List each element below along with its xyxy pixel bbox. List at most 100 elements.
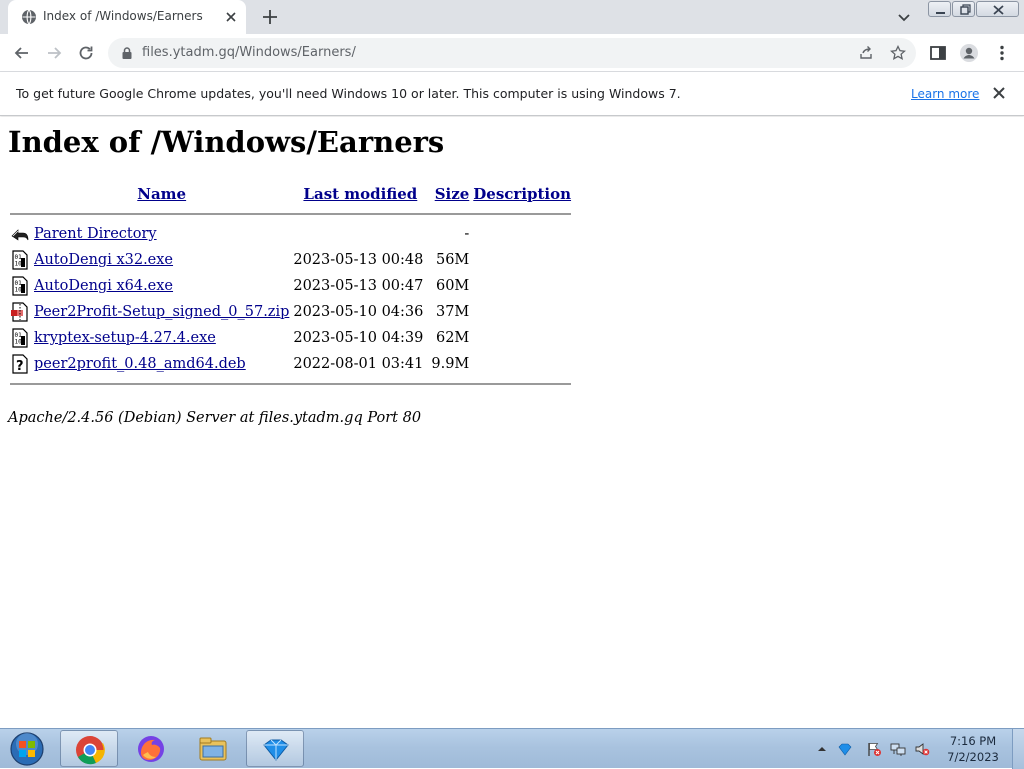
sort-by-name-link[interactable]: Name bbox=[137, 185, 186, 203]
sort-by-modified-link[interactable]: Last modified bbox=[303, 185, 417, 203]
file-modified: 2023-05-10 04:39 bbox=[293, 330, 424, 346]
browser-tab[interactable]: Index of /Windows/Earners bbox=[8, 0, 246, 34]
show-hidden-icons-chevron-icon[interactable] bbox=[814, 741, 830, 757]
url-text: files.ytadm.gq/Windows/Earners/ bbox=[142, 45, 356, 60]
server-signature: Apache/2.4.56 (Debian) Server at files.y… bbox=[8, 410, 422, 426]
new-tab-icon[interactable] bbox=[260, 7, 280, 27]
table-row: Peer2Profit-Setup_signed_0_57.zip 2023-05… bbox=[8, 299, 573, 325]
tab-search-chevron-icon[interactable] bbox=[896, 9, 912, 25]
url-host: files.ytadm.gq bbox=[142, 45, 236, 60]
browser-toolbar: files.ytadm.gq/Windows/Earners/ bbox=[0, 34, 1024, 72]
page-content: Index of /Windows/Earners Name Last modi… bbox=[0, 117, 1024, 728]
volume-muted-icon[interactable] bbox=[914, 741, 930, 757]
minimize-icon bbox=[936, 12, 945, 14]
infobar-message: To get future Google Chrome updates, you… bbox=[16, 86, 681, 101]
binary-file-icon: 0110 bbox=[12, 328, 28, 348]
clock-date: 7/2/2023 bbox=[947, 750, 999, 764]
back-arrow-folder-icon bbox=[11, 229, 29, 241]
sort-by-description-link[interactable]: Description bbox=[473, 185, 571, 203]
divider bbox=[10, 383, 572, 385]
binary-file-icon: 0110 bbox=[12, 250, 28, 270]
taskbar-app-button[interactable] bbox=[246, 730, 304, 767]
close-tab-icon[interactable] bbox=[223, 9, 239, 25]
taskbar-chrome-button[interactable] bbox=[60, 730, 118, 767]
parent-directory-link[interactable]: Parent Directory bbox=[34, 226, 157, 242]
clock-time: 7:16 PM bbox=[949, 734, 997, 748]
file-link[interactable]: peer2profit_0.48_amd64.deb bbox=[34, 356, 246, 372]
file-size: 9.9M bbox=[431, 356, 470, 372]
system-clock[interactable]: 7:16 PM 7/2/2023 bbox=[940, 733, 1006, 765]
directory-listing: Name Last modified Size Description Pare… bbox=[8, 183, 573, 391]
tray-app-icon bbox=[263, 739, 289, 761]
action-center-flag-icon[interactable] bbox=[866, 741, 882, 757]
window-minimize-button[interactable] bbox=[928, 1, 951, 17]
file-link[interactable]: AutoDengi x64.exe bbox=[34, 278, 173, 294]
file-link[interactable]: AutoDengi x32.exe bbox=[34, 252, 173, 268]
footer-divider-row bbox=[8, 377, 573, 391]
file-size: 56M bbox=[435, 252, 470, 268]
table-row: 01 10 AutoDengi x64.exe 2023-05-13 00:47 60M bbox=[8, 273, 573, 299]
file-link[interactable]: kryptex-setup-4.27.4.exe bbox=[34, 330, 216, 346]
windows-taskbar: 7:16 PM 7/2/2023 bbox=[0, 728, 1024, 769]
infobar-close-icon[interactable] bbox=[991, 85, 1007, 101]
file-description bbox=[471, 351, 573, 377]
unknown-file-icon: ? bbox=[12, 354, 28, 374]
learn-more-link[interactable]: Learn more bbox=[911, 87, 979, 101]
tab-strip: Index of /Windows/Earners bbox=[0, 0, 1024, 34]
share-icon[interactable] bbox=[858, 45, 874, 61]
restore-icon bbox=[960, 4, 971, 15]
divider bbox=[10, 213, 572, 215]
network-icon[interactable] bbox=[890, 741, 906, 757]
svg-text:10: 10 bbox=[15, 261, 23, 268]
file-modified: 2022-08-01 03:41 bbox=[293, 356, 424, 372]
forward-arrow-icon[interactable] bbox=[44, 43, 64, 63]
update-infobar: To get future Google Chrome updates, you… bbox=[0, 72, 1024, 116]
file-size: 37M bbox=[435, 304, 470, 320]
file-description bbox=[471, 299, 573, 325]
header-divider-row bbox=[8, 207, 573, 221]
file-description bbox=[471, 273, 573, 299]
table-row: ? peer2profit_0.48_amd64.deb 2022-08-01 03… bbox=[8, 351, 573, 377]
start-orb-icon[interactable] bbox=[4, 730, 50, 768]
icon-column-header bbox=[8, 183, 32, 207]
file-explorer-icon bbox=[199, 737, 227, 761]
file-link[interactable]: Peer2Profit-Setup_signed_0_57.zip bbox=[34, 304, 289, 320]
back-arrow-icon[interactable] bbox=[12, 43, 32, 63]
table-row: 01 10 AutoDengi x32.exe 2023-05-13 00:48 56M bbox=[8, 247, 573, 273]
tab-title: Index of /Windows/Earners bbox=[43, 9, 203, 23]
side-panel-icon[interactable] bbox=[928, 43, 948, 63]
lock-icon[interactable] bbox=[120, 46, 134, 60]
file-size: 62M bbox=[435, 330, 470, 346]
taskbar-explorer-button[interactable] bbox=[184, 730, 242, 767]
menu-kebab-icon[interactable] bbox=[992, 43, 1012, 63]
file-modified: 2023-05-13 00:48 bbox=[293, 252, 424, 268]
chrome-icon bbox=[76, 736, 105, 765]
reload-icon[interactable] bbox=[76, 43, 96, 63]
window-close-button[interactable] bbox=[976, 1, 1019, 17]
url-path: /Windows/Earners/ bbox=[235, 45, 356, 60]
globe-icon bbox=[22, 9, 36, 25]
file-description bbox=[471, 247, 573, 273]
show-desktop-button[interactable] bbox=[1012, 729, 1024, 769]
table-row: Parent Directory - bbox=[8, 221, 573, 247]
file-size: - bbox=[464, 226, 470, 242]
window-restore-button[interactable] bbox=[952, 1, 975, 17]
firefox-icon bbox=[138, 736, 164, 762]
bookmark-star-icon[interactable] bbox=[890, 45, 906, 61]
tray-diamond-icon[interactable] bbox=[837, 741, 853, 757]
svg-text:10: 10 bbox=[15, 287, 23, 294]
svg-text:?: ? bbox=[16, 359, 24, 374]
table-row: 01 10 kryptex-setup-4.27.4.exe 2023-05-10 0… bbox=[8, 325, 573, 351]
sort-by-size-link[interactable]: Size bbox=[435, 185, 470, 203]
file-modified: 2023-05-13 00:47 bbox=[293, 278, 424, 294]
svg-text:10: 10 bbox=[15, 339, 23, 346]
taskbar-firefox-button[interactable] bbox=[122, 730, 180, 767]
profile-avatar-icon[interactable] bbox=[959, 43, 979, 63]
address-bar[interactable]: files.ytadm.gq/Windows/Earners/ bbox=[108, 38, 916, 68]
file-description bbox=[471, 325, 573, 351]
close-window-icon bbox=[993, 5, 1004, 15]
page-title: Index of /Windows/Earners bbox=[8, 125, 445, 159]
file-size: 60M bbox=[435, 278, 470, 294]
file-modified: 2023-05-10 04:36 bbox=[293, 304, 424, 320]
compressed-file-icon bbox=[11, 302, 28, 322]
